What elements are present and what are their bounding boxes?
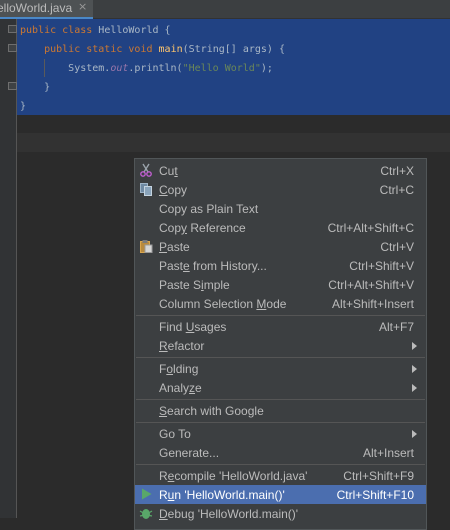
menu-separator	[136, 399, 425, 400]
code-line: public static void main(String[] args) {	[44, 44, 285, 55]
menu-item-find-usages[interactable]: Find Usages Alt+F7	[135, 317, 426, 336]
menu-item-copy-plain-text[interactable]: Copy as Plain Text	[135, 199, 426, 218]
menu-item-debug[interactable]: Debug 'HelloWorld.main()'	[135, 504, 426, 523]
menu-item-shortcut: Alt+F7	[378, 320, 414, 334]
menu-item-shortcut: Ctrl+Shift+F10	[336, 488, 414, 502]
menu-item-shortcut: Alt+Insert	[362, 446, 414, 460]
menu-item-folding[interactable]: Folding	[135, 359, 426, 378]
code-line: }	[44, 82, 51, 93]
context-menu: Cut Ctrl+X Copy Ctrl+C Copy as Plain Tex…	[134, 158, 427, 530]
menu-item-shortcut: Ctrl+V	[380, 240, 414, 254]
menu-item-label: Go To	[159, 427, 191, 441]
menu-item-label: Paste Simple	[159, 278, 230, 292]
menu-item-label: Search with Google	[159, 404, 264, 418]
menu-item-shortcut: Ctrl+X	[380, 164, 414, 178]
submenu-arrow-icon	[412, 365, 417, 373]
menu-item-label: Find Usages	[159, 320, 227, 334]
menu-item-refactor[interactable]: Refactor	[135, 336, 426, 355]
menu-item-label: Paste from History...	[159, 259, 267, 273]
copy-icon	[140, 183, 152, 196]
menu-item-label: Column Selection Mode	[159, 297, 287, 311]
menu-item-copy-reference[interactable]: Copy Reference Ctrl+Alt+Shift+C	[135, 218, 426, 237]
code-line: public class HelloWorld {	[20, 25, 171, 36]
submenu-arrow-icon	[412, 384, 417, 392]
clipboard-icon	[140, 240, 153, 253]
menu-separator	[136, 464, 425, 465]
menu-item-shortcut: Ctrl+Alt+Shift+V	[328, 278, 414, 292]
menu-item-label: Refactor	[159, 339, 205, 353]
menu-separator	[136, 422, 425, 423]
scissors-icon	[140, 163, 152, 177]
menu-separator	[136, 357, 425, 358]
menu-item-go-to[interactable]: Go To	[135, 424, 426, 443]
menu-item-run[interactable]: Run 'HelloWorld.main()' Ctrl+Shift+F10	[135, 485, 426, 504]
code-line: }	[20, 101, 27, 112]
tab-helloworld-java[interactable]: elloWorld.java ×	[0, 0, 93, 19]
menu-separator	[136, 315, 425, 316]
editor-empty-area	[17, 133, 450, 152]
menu-item-label: Recompile 'HelloWorld.java'	[159, 469, 308, 483]
fold-marker-icon[interactable]	[8, 44, 17, 52]
menu-item-paste-simple[interactable]: Paste Simple Ctrl+Alt+Shift+V	[135, 275, 426, 294]
submenu-arrow-icon	[412, 342, 417, 350]
submenu-arrow-icon	[412, 430, 417, 438]
menu-item-label: Debug 'HelloWorld.main()'	[159, 507, 299, 521]
editor-gutter	[0, 19, 17, 518]
menu-item-label: Cut	[159, 164, 178, 178]
menu-item-label: Generate...	[159, 446, 220, 460]
editor-tab-bar: elloWorld.java ×	[0, 0, 450, 19]
menu-item-column-selection-mode[interactable]: Column Selection Mode Alt+Shift+Insert	[135, 294, 426, 313]
tab-label: elloWorld.java	[0, 1, 73, 15]
menu-item-label: Copy	[159, 183, 188, 197]
menu-item-generate[interactable]: Generate... Alt+Insert	[135, 443, 426, 462]
code-line: System.out.println("Hello World");	[68, 63, 273, 74]
menu-item-paste[interactable]: Paste Ctrl+V	[135, 237, 426, 256]
menu-item-cut[interactable]: Cut Ctrl+X	[135, 161, 426, 180]
menu-item-label: Folding	[159, 362, 199, 376]
menu-item-shortcut: Ctrl+Shift+F9	[343, 469, 414, 483]
menu-item-shortcut: Ctrl+Shift+V	[349, 259, 414, 273]
menu-item-label: Analyze	[159, 381, 202, 395]
menu-item-recompile[interactable]: Recompile 'HelloWorld.java' Ctrl+Shift+F…	[135, 466, 426, 485]
fold-marker-icon[interactable]	[8, 25, 17, 33]
menu-item-analyze[interactable]: Analyze	[135, 378, 426, 397]
run-icon	[142, 488, 152, 500]
menu-item-label: Run 'HelloWorld.main()'	[159, 488, 285, 502]
close-icon[interactable]: ×	[78, 0, 87, 13]
menu-item-label: Paste	[159, 240, 190, 254]
menu-item-shortcut: Alt+Shift+Insert	[331, 297, 414, 311]
menu-item-label: Copy as Plain Text	[159, 202, 259, 216]
menu-item-paste-from-history[interactable]: Paste from History... Ctrl+Shift+V	[135, 256, 426, 275]
menu-item-shortcut: Ctrl+Alt+Shift+C	[327, 221, 414, 235]
menu-item-shortcut: Ctrl+C	[379, 183, 414, 197]
fold-marker-icon[interactable]	[8, 82, 17, 90]
menu-item-search-with-google[interactable]: Search with Google	[135, 401, 426, 420]
menu-item-label: Copy Reference	[159, 221, 246, 235]
menu-item-copy[interactable]: Copy Ctrl+C	[135, 180, 426, 199]
